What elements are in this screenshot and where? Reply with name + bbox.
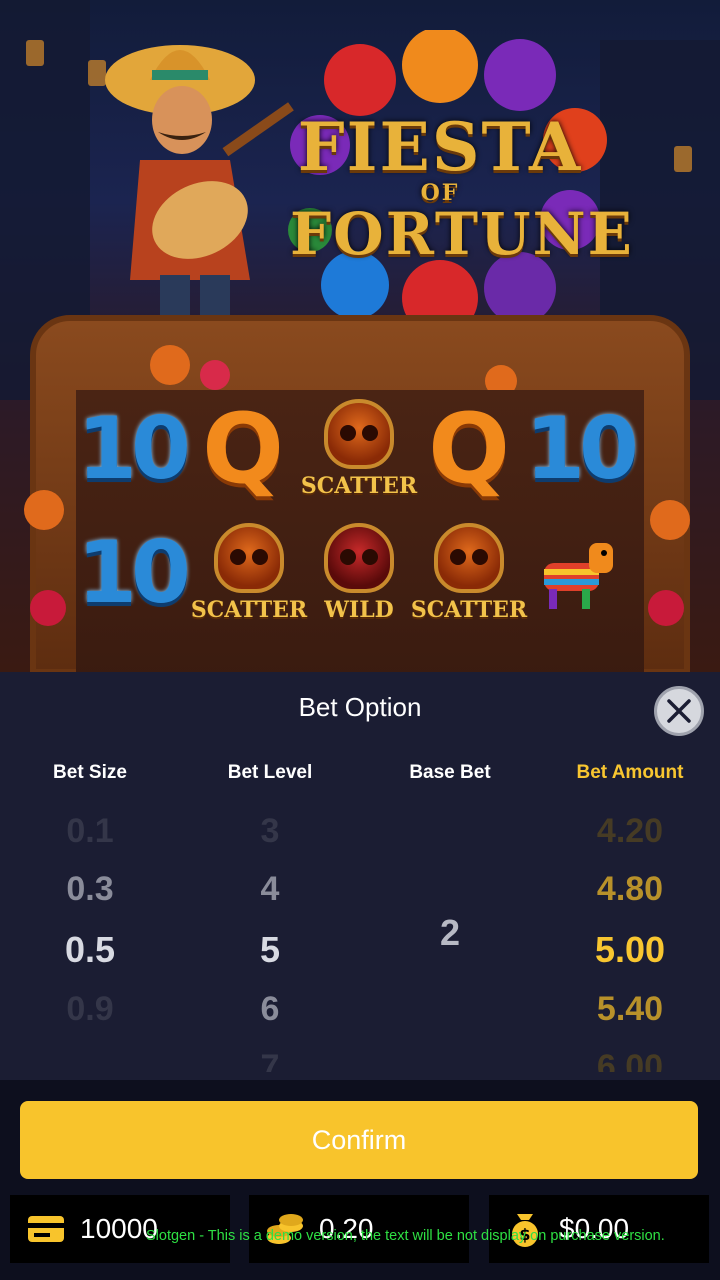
picker-option[interactable]: 4.80 (540, 870, 720, 909)
background-window (26, 40, 44, 66)
mariachi-character-image (105, 45, 294, 345)
decor-flower (200, 360, 230, 390)
base-bet-header: Base Bet (409, 762, 491, 783)
symbol-ten: 10 (77, 399, 191, 499)
credit-card-icon (28, 1216, 64, 1242)
symbol-scatter: SCATTER (410, 518, 528, 628)
picker-option-selected[interactable]: 5.00 (540, 929, 720, 971)
symbol-scatter: SCATTER (300, 394, 418, 504)
scatter-label: SCATTER (190, 597, 308, 623)
logo-title-line2: FORTUNE (290, 200, 634, 268)
scatter-label: SCATTER (300, 473, 418, 499)
decor-flower (30, 590, 66, 626)
picker-option[interactable]: 6.00 (540, 1048, 720, 1072)
scatter-label: SCATTER (410, 597, 528, 623)
picker-option-selected[interactable]: 0.5 (0, 929, 180, 971)
wild-label: WILD (324, 597, 394, 623)
logo-title-line1: FIESTA (297, 108, 583, 186)
symbol-queen: Q (202, 393, 284, 505)
picker-option[interactable]: 4.20 (540, 812, 720, 851)
picker-option[interactable]: 3 (180, 812, 360, 851)
background-window (674, 146, 692, 172)
picker-option[interactable]: 0.9 (0, 990, 180, 1029)
skull-icon (434, 523, 504, 593)
picker-option[interactable]: 0.1 (0, 812, 180, 851)
symbol-ten: 10 (525, 399, 639, 499)
bet-size-header: Bet Size (53, 762, 127, 783)
bottom-bar: Confirm 10000 0.20 $ $0.00 (0, 1080, 720, 1280)
picker-option[interactable]: 6 (180, 990, 360, 1029)
bet-amount-header: Bet Amount (576, 762, 684, 783)
close-icon (667, 699, 691, 723)
reels-grid: 10 Q SCATTER Q 10 10 SCATTER WILD SCATTE… (76, 390, 644, 672)
skull-icon (214, 523, 284, 593)
bet-option-panel: Bet Option Bet Size Bet Level Base Bet B… (0, 672, 720, 1080)
confirm-button[interactable]: Confirm (20, 1101, 698, 1179)
skull-icon (324, 399, 394, 469)
close-button[interactable] (654, 686, 704, 736)
decor-flower (648, 590, 684, 626)
symbol-scatter: SCATTER (190, 518, 308, 628)
demo-version-notice: Slotgen - This is a demo version, the te… (146, 1228, 665, 1244)
symbol-queen: Q (428, 393, 510, 505)
base-bet-value: 2 (439, 912, 461, 953)
bet-size-picker[interactable]: 0.1 0.3 0.5 0.9 (0, 812, 180, 1072)
picker-option-selected[interactable]: 5 (180, 929, 360, 971)
bet-level-picker[interactable]: 3 4 5 6 7 (180, 812, 360, 1072)
symbol-pinata (524, 518, 634, 628)
picker-option[interactable]: 7 (180, 1048, 360, 1072)
decor-flower (650, 500, 690, 540)
symbol-ten: 10 (77, 523, 191, 623)
game-area: FIESTA OF FORTUNE 10 Q SCATTER Q 10 10 S… (0, 0, 720, 672)
decor-flower (150, 345, 190, 385)
symbol-wild: WILD (304, 518, 414, 628)
bet-amount-picker[interactable]: 4.20 4.80 5.00 5.40 6.00 (540, 812, 720, 1072)
skull-icon (324, 523, 394, 593)
picker-option[interactable]: 0.3 (0, 870, 180, 909)
bet-level-header: Bet Level (227, 762, 313, 783)
panel-title: Bet Option (298, 692, 422, 722)
decor-flower (24, 490, 64, 530)
picker-option[interactable]: 4 (180, 870, 360, 909)
picker-option[interactable]: 5.40 (540, 990, 720, 1029)
pinata-icon (544, 543, 613, 609)
